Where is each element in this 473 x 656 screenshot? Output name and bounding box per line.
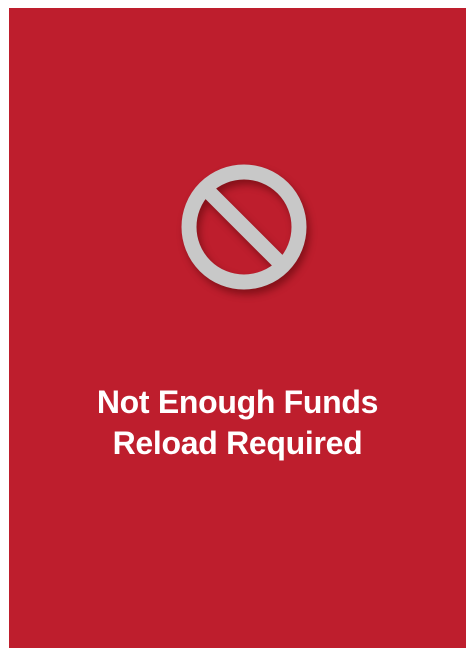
error-message-line-1: Not Enough Funds bbox=[96, 384, 379, 420]
prohibited-icon bbox=[179, 162, 309, 292]
insufficient-funds-screen: Not Enough Funds Reload Required bbox=[9, 8, 466, 648]
error-message-line-2: Reload Required bbox=[112, 425, 363, 461]
error-message: Not Enough Funds Reload Required bbox=[9, 382, 466, 464]
